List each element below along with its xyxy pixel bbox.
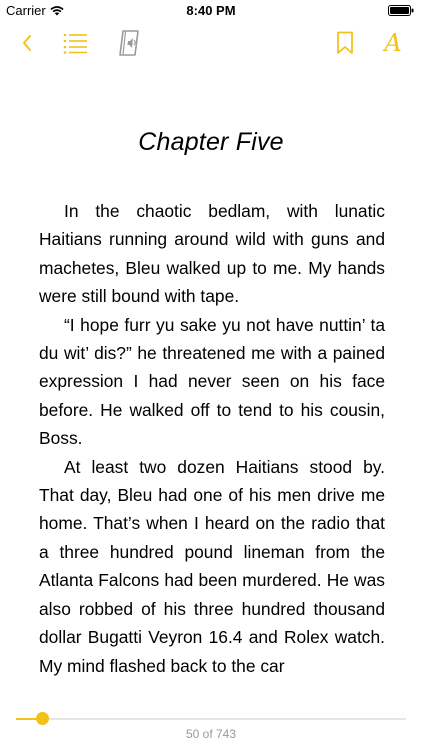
page-slider-thumb[interactable]: [36, 712, 50, 725]
paragraph: In the chaotic bedlam, with lunatic Hait…: [39, 201, 385, 307]
paragraph: “I hope furr yu sake yu not have nut­tin…: [39, 314, 385, 449]
chapter-title: Chapter Five: [138, 128, 284, 156]
reader-toolbar: A: [0, 22, 422, 66]
battery-icon: [388, 5, 414, 16]
bookmark-button[interactable]: [330, 28, 360, 58]
font-settings-button[interactable]: A: [378, 28, 408, 58]
audiobook-icon: [119, 30, 139, 56]
status-time: 8:40 PM: [186, 3, 236, 18]
page-indicator: 50 of 743: [185, 727, 237, 741]
book-text: In the chaotic bedlam, with lunatic Hait…: [39, 197, 385, 680]
page-slider[interactable]: [16, 712, 406, 725]
status-bar: Carrier 8:40 PM: [0, 0, 422, 22]
audiobook-button[interactable]: [114, 28, 144, 58]
back-button[interactable]: [12, 28, 42, 58]
list-icon: [63, 33, 87, 54]
paragraph: At least two dozen Haitians stood by. Th…: [39, 456, 385, 676]
font-settings-label: A: [384, 29, 402, 57]
chevron-left-icon: [23, 35, 31, 51]
table-of-contents-button[interactable]: [60, 28, 90, 58]
bookmark-icon: [337, 31, 353, 54]
